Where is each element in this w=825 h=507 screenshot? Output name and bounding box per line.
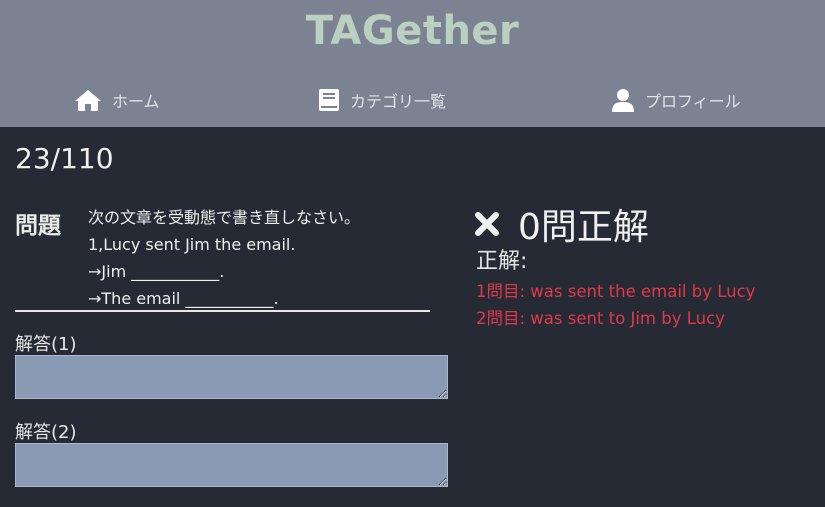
answer-1-input[interactable]: [15, 355, 448, 399]
book-icon: [318, 88, 340, 112]
nav-profile[interactable]: プロフィール: [611, 86, 741, 114]
question-line: 次の文章を受動態で書き直しなさい。: [88, 208, 361, 227]
answer-1-label: 解答(1): [15, 334, 77, 355]
answer-2-label: 解答(2): [15, 422, 77, 443]
cross-icon: [474, 211, 500, 237]
nav-home[interactable]: ホーム: [74, 86, 160, 114]
header: TAGether ホーム カテゴリ一覧 プロフィール: [0, 0, 825, 127]
correct-answer-heading: 正解:: [476, 249, 528, 274]
answer-2-input[interactable]: [15, 443, 448, 487]
user-icon: [611, 88, 635, 112]
question-line: →Jim ___________.: [88, 262, 225, 281]
question-text: 次の文章を受動態で書き直しなさい。 1,Lucy sent Jim the em…: [88, 204, 360, 312]
question-progress: 23/110: [15, 142, 114, 175]
question-line: →The email ___________.: [88, 289, 279, 308]
question-line: 1,Lucy sent Jim the email.: [88, 235, 296, 254]
home-icon: [74, 88, 102, 112]
correct-answer-1: 1問目: was sent the email by Lucy: [476, 282, 756, 301]
correct-answer-2: 2問目: was sent to Jim by Lucy: [476, 309, 725, 328]
nav-profile-label: プロフィール: [645, 92, 741, 111]
site-logo-title[interactable]: TAGether: [0, 8, 825, 54]
question-label: 問題: [15, 213, 61, 239]
result-score: 0問正解: [518, 207, 649, 248]
nav-home-label: ホーム: [112, 92, 160, 111]
nav-categories-label: カテゴリ一覧: [350, 92, 447, 111]
nav-categories[interactable]: カテゴリ一覧: [318, 86, 446, 114]
question-divider: [15, 310, 430, 312]
